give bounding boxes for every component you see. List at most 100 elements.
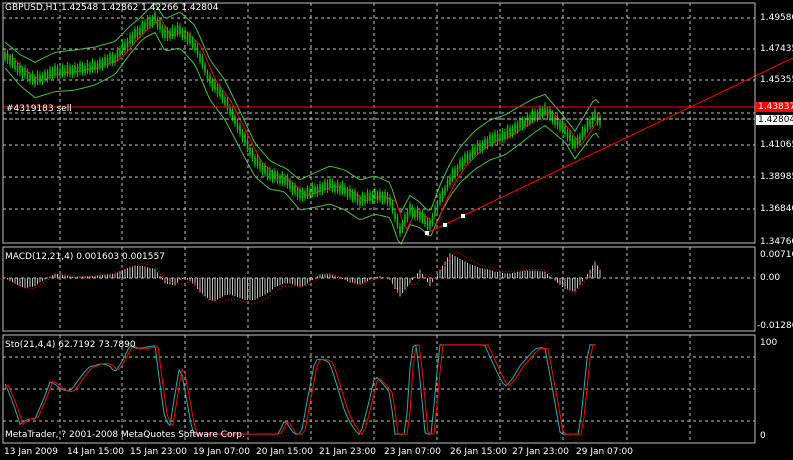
main-chart-header: GBPUSD,H1 1.42548 1.42862 1.42266 1.4280… — [5, 3, 219, 13]
candle-body — [71, 68, 74, 76]
candle-body — [246, 141, 249, 150]
candle-body — [96, 63, 99, 71]
candle-body — [486, 139, 489, 147]
chart-window[interactable]: GBPUSD,H1 1.42548 1.42862 1.42266 1.4280… — [0, 0, 793, 460]
candle-body — [326, 182, 329, 191]
candle-body — [184, 30, 186, 39]
candle-body — [336, 182, 339, 191]
candle-body — [121, 43, 124, 53]
candle-body — [64, 67, 66, 76]
candle-body — [561, 121, 564, 131]
candle-body — [34, 77, 36, 85]
candle-body — [509, 127, 511, 136]
candle-body — [309, 188, 311, 197]
candle-body — [171, 27, 174, 36]
candle-body — [16, 65, 19, 73]
candle-body — [409, 204, 411, 214]
candle-body — [284, 176, 286, 185]
candle-body — [144, 22, 146, 30]
candle-body — [136, 28, 139, 37]
candle-body — [241, 132, 244, 140]
candle-body — [106, 57, 109, 66]
stochastic-axis-tick: 100 — [760, 338, 778, 348]
candle-body — [391, 202, 394, 211]
time-axis-label: 14 Jan 15:00 — [67, 447, 124, 457]
candle-body — [574, 139, 576, 149]
candle-body — [84, 66, 86, 73]
candle-body — [296, 189, 299, 197]
current-price-label: 1.42804 — [756, 115, 793, 125]
candle-body — [89, 64, 91, 72]
candle-body — [164, 29, 166, 38]
candle-body — [254, 157, 256, 165]
candle-body — [404, 215, 406, 224]
candle-body — [264, 165, 266, 174]
candle-body — [119, 48, 121, 57]
candle-body — [569, 132, 571, 142]
candle-body — [289, 181, 291, 189]
candle-body — [431, 216, 434, 224]
candle-body — [191, 38, 194, 47]
candle-body — [74, 65, 76, 74]
candle-body — [446, 180, 449, 189]
candle-body — [29, 74, 31, 82]
time-axis-label: 19 Jan 07:00 — [193, 447, 250, 457]
candle-body — [146, 17, 149, 27]
candle-body — [579, 135, 581, 143]
candle-body — [301, 190, 304, 199]
candle-body — [24, 67, 26, 77]
candle-body — [314, 186, 316, 195]
candle-body — [66, 64, 69, 74]
candle-body — [364, 195, 366, 203]
candle-body — [329, 179, 331, 188]
candle-body — [299, 189, 301, 199]
candle-body — [91, 61, 94, 70]
candle-body — [319, 183, 321, 193]
candle-body — [359, 198, 361, 205]
candle-body — [366, 192, 369, 201]
candle-body — [46, 72, 49, 80]
candle-body — [279, 175, 281, 184]
candle-body — [316, 187, 319, 195]
candle-body — [81, 64, 84, 73]
candle-body — [374, 190, 376, 199]
candle-body — [504, 131, 506, 140]
candle-body — [449, 176, 451, 185]
candle-body — [156, 19, 159, 27]
candle-body — [139, 28, 141, 35]
panel-frames — [2, 2, 756, 444]
candle-body — [514, 123, 516, 132]
candle-body — [399, 226, 401, 234]
candle-body — [31, 73, 34, 83]
candle-body — [294, 185, 296, 194]
candle-body — [501, 130, 504, 140]
candle-body — [286, 176, 289, 186]
candle-body — [176, 25, 179, 34]
candle-body — [441, 190, 444, 199]
order-label[interactable]: #4319183 sell — [6, 104, 72, 114]
candle-body — [511, 127, 514, 135]
candle-body — [401, 222, 404, 230]
candle-body — [361, 194, 364, 203]
candle-body — [419, 212, 421, 220]
candle-body — [594, 110, 596, 119]
candle-body — [459, 160, 461, 169]
candle-body — [599, 116, 601, 126]
candle-body — [589, 118, 591, 127]
chart-canvas[interactable] — [0, 0, 793, 460]
candle-body — [406, 212, 409, 220]
candle-body — [469, 153, 471, 160]
candle-body — [134, 29, 136, 39]
candle-body — [291, 185, 294, 193]
candle-body — [159, 21, 161, 30]
candle-body — [166, 29, 169, 39]
candle-body — [224, 97, 226, 105]
candle-body — [214, 81, 216, 91]
candle-body — [79, 63, 81, 73]
candle-body — [526, 115, 529, 124]
candle-body — [169, 30, 171, 39]
panel-frame — [2, 334, 756, 444]
candle-body — [494, 132, 496, 142]
candle-body — [234, 116, 236, 124]
order-price-label: 1.43837 — [756, 102, 793, 112]
